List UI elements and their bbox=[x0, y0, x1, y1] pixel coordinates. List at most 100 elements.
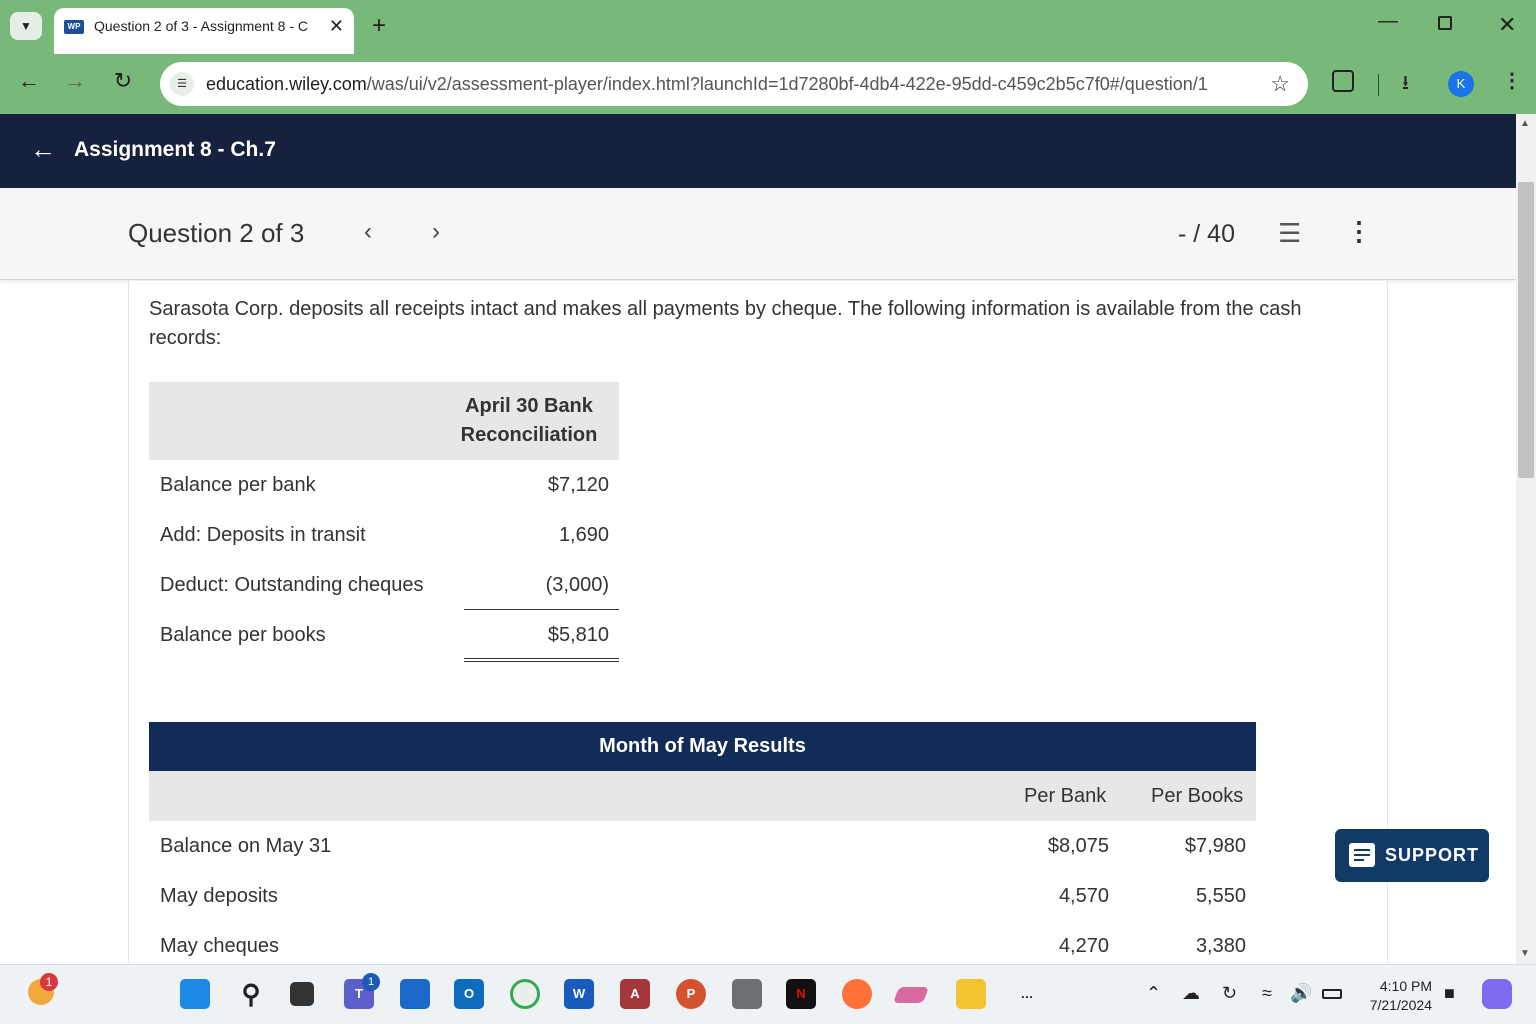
row-label: Add: Deposits in transit bbox=[160, 524, 366, 546]
firefox-icon[interactable] bbox=[842, 979, 872, 1009]
volume-icon[interactable]: 🔊 bbox=[1290, 983, 1312, 1004]
clock[interactable]: 4:10 PM 7/21/2024 bbox=[1356, 977, 1432, 1015]
scrollbar-thumb[interactable] bbox=[1518, 182, 1534, 478]
question-list-icon[interactable]: ☰ bbox=[1278, 218, 1301, 249]
reconciliation-header: April 30 Bank Reconciliation bbox=[149, 382, 619, 460]
per-bank-header: Per Bank bbox=[1024, 785, 1107, 807]
store-icon[interactable] bbox=[400, 979, 430, 1009]
row-label: May deposits bbox=[160, 885, 278, 907]
reload-icon[interactable]: ↻ bbox=[108, 68, 138, 94]
url-path: /was/ui/v2/assessment-player/index.html?… bbox=[366, 74, 1208, 94]
netflix-icon[interactable]: N bbox=[786, 979, 816, 1009]
row-value: (3,000) bbox=[545, 574, 609, 596]
browser-menu-icon[interactable]: ⋮ bbox=[1502, 68, 1522, 93]
support-button[interactable]: SUPPORT bbox=[1335, 829, 1489, 882]
toolbar-divider bbox=[1378, 74, 1379, 96]
header-line-2: Reconciliation bbox=[460, 424, 598, 446]
april-reconciliation-table: April 30 Bank Reconciliation Balance per… bbox=[149, 382, 619, 662]
search-icon[interactable]: ⚲ bbox=[236, 979, 266, 1009]
extensions-icon[interactable] bbox=[1332, 70, 1354, 92]
teams-badge: 1 bbox=[362, 973, 380, 991]
back-arrow-icon[interactable]: ← bbox=[30, 134, 56, 165]
more-options-icon[interactable]: ⋮ bbox=[1346, 216, 1372, 247]
may-results-title: Month of May Results bbox=[149, 722, 1256, 771]
task-view-icon[interactable] bbox=[290, 982, 314, 1006]
site-settings-icon[interactable]: ☰ bbox=[170, 72, 194, 96]
assignment-back-link[interactable]: Assignment 8 - Ch.7 bbox=[74, 138, 276, 162]
powerpoint-icon[interactable]: P bbox=[676, 979, 706, 1009]
calculator-icon[interactable] bbox=[732, 979, 762, 1009]
back-arrow-icon[interactable]: ← bbox=[14, 68, 44, 94]
page-scrollbar[interactable]: ▲ ▼ bbox=[1516, 114, 1536, 964]
row-label: Balance on May 31 bbox=[160, 835, 332, 857]
table-row: Balance per books $5,810 bbox=[149, 610, 619, 662]
scroll-up-icon[interactable]: ▲ bbox=[1520, 118, 1530, 129]
chrome-icon[interactable] bbox=[510, 979, 540, 1009]
row-label: Deduct: Outstanding cheques bbox=[160, 574, 424, 596]
per-books-value: 5,550 bbox=[1195, 885, 1246, 907]
url-text[interactable]: education.wiley.com/was/ui/v2/assessment… bbox=[206, 74, 1208, 95]
support-label: SUPPORT bbox=[1385, 845, 1480, 865]
close-window-icon[interactable]: ✕ bbox=[1498, 12, 1516, 38]
copilot-icon[interactable] bbox=[1482, 979, 1512, 1009]
close-tab-icon[interactable]: ✕ bbox=[329, 16, 344, 37]
previous-question-icon[interactable]: ‹ bbox=[364, 218, 372, 246]
per-books-value: $7,980 bbox=[1184, 835, 1246, 857]
more-apps-icon[interactable]: … bbox=[1012, 979, 1042, 1009]
app-icon[interactable] bbox=[893, 987, 929, 1003]
chat-icon bbox=[1349, 843, 1375, 867]
forward-arrow-icon[interactable]: → bbox=[60, 68, 90, 94]
tab-search-icon[interactable]: ▼ bbox=[10, 12, 42, 40]
battery-icon[interactable] bbox=[1322, 989, 1342, 999]
row-value: $5,810 bbox=[547, 624, 609, 646]
file-explorer-icon[interactable] bbox=[956, 979, 986, 1009]
question-intro: Sarasota Corp. deposits all receipts int… bbox=[149, 298, 1302, 349]
new-tab-icon[interactable]: + bbox=[372, 12, 386, 40]
windows-taskbar: 1 ⚲ T 1 O W A P N … ⌃ ☁ ↻ ≈ 🔊 4:10 PM 7/… bbox=[0, 964, 1536, 1024]
reconciliation-header-text: April 30 Bank Reconciliation bbox=[449, 392, 609, 450]
sync-icon[interactable]: ↻ bbox=[1222, 983, 1237, 1004]
show-hidden-icons-icon[interactable]: ⌃ bbox=[1146, 983, 1161, 1004]
start-icon[interactable] bbox=[180, 979, 210, 1009]
row-value: 1,690 bbox=[558, 524, 609, 546]
tab-title: Question 2 of 3 - Assignment 8 - C bbox=[94, 18, 308, 34]
notifications-icon[interactable]: ■ bbox=[1444, 983, 1455, 1004]
question-score: - / 40 bbox=[1178, 220, 1235, 248]
per-bank-value: $8,075 bbox=[1047, 835, 1109, 857]
per-books-value: 3,380 bbox=[1195, 935, 1246, 957]
scroll-down-icon[interactable]: ▼ bbox=[1520, 948, 1530, 959]
question-nav-bar: Question 2 of 3 ‹ › - / 40 ☰ ⋮ bbox=[0, 188, 1516, 280]
onedrive-icon[interactable]: ☁ bbox=[1182, 983, 1200, 1004]
next-question-icon[interactable]: › bbox=[432, 218, 440, 246]
table-row: Balance per bank $7,120 bbox=[149, 460, 619, 510]
browser-tab[interactable]: WP Question 2 of 3 - Assignment 8 - C ✕ bbox=[54, 8, 354, 54]
clock-time: 4:10 PM bbox=[1379, 978, 1432, 994]
url-host: education.wiley.com bbox=[206, 74, 367, 94]
minimize-icon[interactable]: — bbox=[1378, 10, 1398, 33]
per-bank-value: 4,570 bbox=[1058, 885, 1109, 907]
table-row: Deduct: Outstanding cheques (3,000) bbox=[149, 560, 619, 610]
profile-avatar[interactable]: K bbox=[1448, 71, 1474, 97]
bookmark-star-icon[interactable]: ☆ bbox=[1270, 71, 1290, 97]
browser-tab-bar: ▼ WP Question 2 of 3 - Assignment 8 - C … bbox=[0, 0, 1536, 54]
outlook-icon[interactable]: O bbox=[454, 979, 484, 1009]
clock-date: 7/21/2024 bbox=[1369, 997, 1432, 1013]
access-icon[interactable]: A bbox=[620, 979, 650, 1009]
may-results-table: Month of May Results Per Bank Per Books … bbox=[149, 722, 1256, 963]
table-row: May cheques 4,270 3,380 bbox=[149, 921, 1256, 963]
restore-icon[interactable] bbox=[1438, 16, 1452, 30]
wifi-icon[interactable]: ≈ bbox=[1262, 983, 1272, 1004]
per-bank-value: 4,270 bbox=[1058, 935, 1109, 957]
word-icon[interactable]: W bbox=[564, 979, 594, 1009]
row-label: Balance per books bbox=[160, 624, 326, 646]
row-label: May cheques bbox=[160, 935, 279, 957]
download-icon[interactable]: ⭳ bbox=[1402, 68, 1409, 102]
row-label: Balance per bank bbox=[160, 474, 316, 496]
browser-toolbar: ← → ↻ ☰ education.wiley.com/was/ui/v2/as… bbox=[0, 54, 1536, 114]
table-row: Add: Deposits in transit 1,690 bbox=[149, 510, 619, 560]
question-counter: Question 2 of 3 bbox=[128, 218, 305, 248]
address-bar[interactable]: ☰ education.wiley.com/was/ui/v2/assessme… bbox=[160, 62, 1308, 106]
header-line-1: April 30 Bank bbox=[465, 395, 593, 417]
row-value: $7,120 bbox=[547, 474, 609, 496]
total-double-rule bbox=[464, 658, 619, 662]
